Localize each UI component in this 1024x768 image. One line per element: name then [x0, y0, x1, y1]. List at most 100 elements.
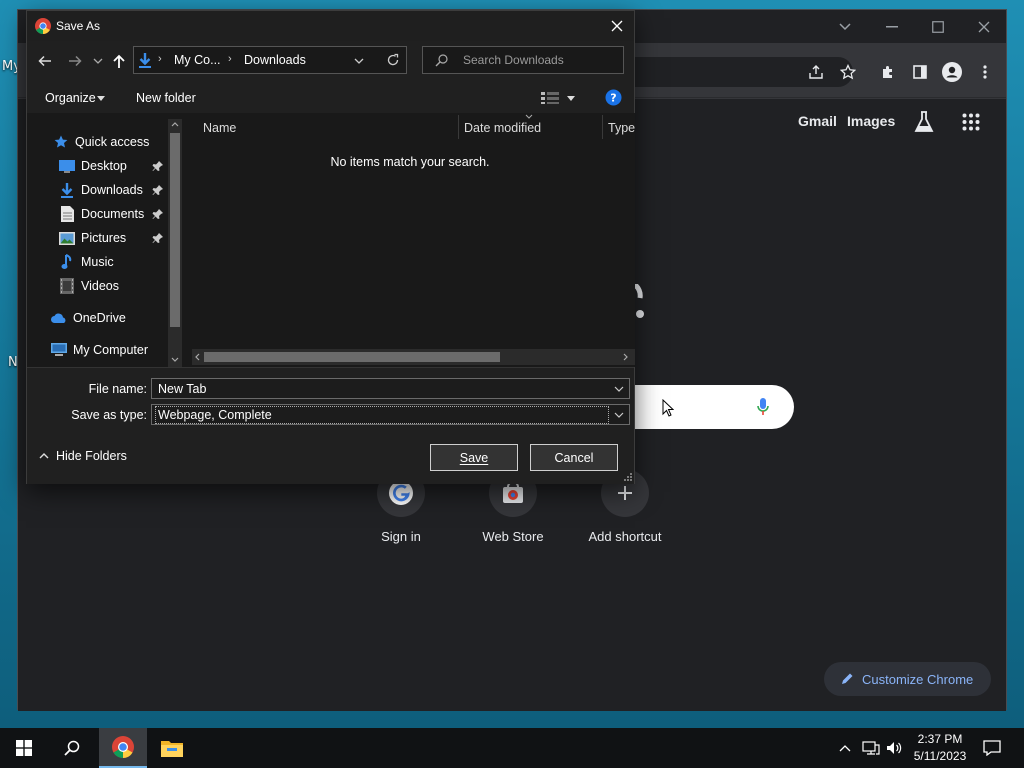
download-folder-icon: [138, 52, 152, 68]
organize-dropdown-icon: [97, 96, 105, 101]
voice-search-mic-icon[interactable]: [757, 397, 769, 417]
minimize-icon[interactable]: [880, 16, 904, 38]
recent-locations-chevron-icon[interactable]: [93, 57, 103, 65]
music-icon: [59, 254, 75, 270]
resize-grip-icon[interactable]: [623, 472, 633, 482]
nav-item-music[interactable]: Music: [59, 251, 114, 273]
nav-item-downloads[interactable]: Downloads: [59, 179, 143, 201]
nav-item-my-computer[interactable]: My Computer: [51, 339, 148, 361]
nav-item-documents[interactable]: Documents: [59, 203, 144, 225]
breadcrumb-item[interactable]: Downloads: [244, 53, 306, 67]
star-icon: [53, 134, 69, 150]
back-arrow-icon[interactable]: [37, 53, 53, 69]
nav-label: My Computer: [73, 343, 149, 357]
close-dialog-icon[interactable]: [609, 18, 625, 34]
scroll-left-chevron-icon[interactable]: [194, 353, 200, 361]
address-history-chevron-icon[interactable]: [354, 57, 364, 65]
hscroll-thumb[interactable]: [204, 352, 500, 362]
column-header-date-modified[interactable]: Date modified: [464, 115, 602, 141]
google-apps-icon[interactable]: [962, 113, 980, 131]
pencil-icon: [842, 673, 853, 684]
search-downloads-input[interactable]: Search Downloads: [422, 46, 624, 74]
videos-icon: [59, 278, 75, 294]
save-button-label: Save: [459, 450, 489, 465]
file-name-dropdown-icon[interactable]: [611, 381, 627, 397]
nav-item-desktop[interactable]: Desktop: [59, 155, 127, 177]
taskbar-clock[interactable]: 2:37 PM 5/11/2023: [906, 731, 974, 765]
nav-item-pictures[interactable]: Pictures: [59, 227, 126, 249]
save-button[interactable]: Save: [430, 444, 518, 471]
nav-item-videos[interactable]: Videos: [59, 275, 119, 297]
nav-label: Downloads: [81, 183, 143, 197]
column-header-label: Date modified: [464, 121, 542, 135]
profile-avatar-icon[interactable]: [940, 60, 964, 84]
column-header-type[interactable]: Type: [608, 115, 635, 141]
nav-label: Documents: [81, 207, 145, 221]
close-window-icon[interactable]: [972, 16, 996, 38]
organize-menu-button[interactable]: Organize: [45, 91, 96, 105]
column-divider[interactable]: [458, 115, 459, 139]
maximize-icon[interactable]: [926, 16, 950, 38]
taskbar-file-explorer-button[interactable]: [148, 728, 196, 768]
file-pane-horizontal-scrollbar[interactable]: [192, 349, 635, 365]
network-icon[interactable]: [862, 740, 880, 756]
search-button[interactable]: [48, 728, 96, 768]
file-name-field[interactable]: New Tab: [151, 378, 630, 399]
breadcrumb-item[interactable]: My Co...: [174, 53, 221, 67]
column-divider[interactable]: [602, 115, 603, 139]
customize-chrome-button[interactable]: Customize Chrome: [824, 662, 991, 696]
column-header-label: Name: [203, 121, 237, 135]
pin-icon[interactable]: [152, 208, 164, 220]
forward-arrow-icon[interactable]: [67, 53, 83, 69]
pin-icon[interactable]: [152, 184, 164, 196]
help-icon[interactable]: ?: [605, 89, 622, 106]
breadcrumb-separator-icon: ›: [228, 53, 232, 65]
nav-scroll-thumb[interactable]: [170, 133, 180, 327]
dialog-command-bar: Organize New folder ?: [27, 83, 634, 113]
new-folder-button[interactable]: New folder: [136, 91, 196, 105]
up-arrow-icon[interactable]: [111, 53, 127, 69]
view-options-icon[interactable]: [541, 92, 559, 104]
shortcut-label: Add shortcut: [588, 529, 662, 544]
images-link[interactable]: Images: [847, 113, 895, 129]
refresh-icon[interactable]: [386, 53, 400, 67]
pin-icon[interactable]: [152, 232, 164, 244]
nav-item-onedrive[interactable]: OneDrive: [51, 307, 126, 329]
save-as-type-select[interactable]: Webpage, Complete: [151, 404, 630, 425]
address-bar[interactable]: › My Co... › Downloads: [133, 46, 407, 74]
hide-folders-toggle[interactable]: Hide Folders: [39, 448, 127, 464]
nav-label: Quick access: [75, 135, 150, 149]
nav-label: Pictures: [81, 231, 127, 245]
extensions-icon[interactable]: [876, 60, 900, 84]
nav-label: OneDrive: [73, 311, 126, 325]
scroll-right-chevron-icon[interactable]: [623, 353, 629, 361]
clock-date: 5/11/2023: [913, 749, 967, 763]
labs-flask-icon[interactable]: [913, 110, 935, 134]
nav-item-quick-access[interactable]: Quick access: [53, 131, 149, 153]
chrome-menu-icon[interactable]: [973, 60, 997, 84]
ntp-search-box[interactable]: [610, 385, 794, 429]
volume-icon[interactable]: [886, 740, 902, 756]
action-center-notification-icon[interactable]: [983, 740, 1001, 756]
share-icon[interactable]: [804, 60, 828, 84]
search-icon: [435, 54, 448, 67]
column-header-name[interactable]: Name: [203, 115, 458, 141]
scroll-up-chevron-icon[interactable]: [171, 121, 179, 127]
pin-icon[interactable]: [152, 160, 164, 172]
bookmark-star-icon[interactable]: [836, 60, 860, 84]
show-hidden-icons-chevron-icon[interactable]: [838, 741, 852, 755]
dialog-footer: File name: New Tab Save as type: Webpage…: [27, 367, 634, 484]
view-dropdown-icon[interactable]: [567, 96, 575, 101]
cancel-button[interactable]: Cancel: [530, 444, 618, 471]
side-panel-icon[interactable]: [908, 60, 932, 84]
tab-search-icon[interactable]: [833, 16, 857, 38]
taskbar-chrome-button[interactable]: [99, 728, 147, 768]
start-button[interactable]: [0, 728, 48, 768]
gmail-link[interactable]: Gmail: [798, 113, 837, 129]
save-as-type-dropdown-icon[interactable]: [611, 407, 627, 423]
file-list-pane: Name Date modified Type No items match y…: [184, 113, 635, 367]
scroll-down-chevron-icon[interactable]: [171, 357, 179, 363]
nav-pane-scrollbar[interactable]: [168, 119, 182, 367]
onedrive-cloud-icon: [51, 310, 67, 326]
nav-label: Videos: [81, 279, 119, 293]
